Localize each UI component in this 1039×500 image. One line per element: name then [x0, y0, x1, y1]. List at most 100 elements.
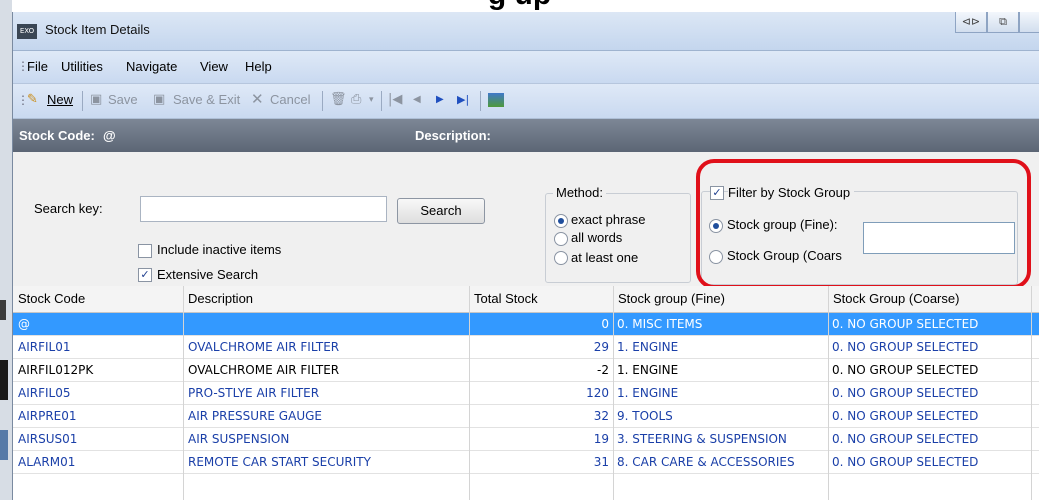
cancel-button[interactable]: Cancel	[270, 92, 310, 107]
description-cell: OVALCHROME AIR FILTER	[188, 363, 340, 377]
column-header[interactable]: Stock Group (Coarse)	[833, 291, 959, 306]
stock-code-value: @	[103, 128, 116, 143]
stock-group-coarse-cell: 0. NO GROUP SELECTED	[832, 455, 979, 469]
toolbar-separator	[381, 91, 382, 111]
save-icon: ▣	[90, 92, 103, 107]
stock-group-coarse-cell: 0. NO GROUP SELECTED	[832, 340, 979, 354]
column-header[interactable]: Stock group (Fine)	[618, 291, 725, 306]
total-stock-cell: 120	[586, 386, 609, 400]
stock-code-label: Stock Code:	[19, 128, 95, 143]
last-record-icon[interactable]: ▶|	[457, 93, 469, 106]
search-key-input[interactable]	[140, 196, 387, 222]
delete-icon[interactable]: 🗑	[330, 92, 347, 107]
extensive-search-checkbox[interactable]: ✓	[138, 268, 152, 282]
strip-mark	[0, 430, 8, 460]
menu-help[interactable]: Help	[245, 59, 272, 74]
column-header[interactable]: Total Stock	[474, 291, 538, 306]
strip-mark	[0, 360, 8, 400]
stock-group-fine-cell: 1. ENGINE	[617, 340, 679, 354]
stock-code-cell: AIRSUS01	[18, 432, 78, 446]
background-title: g up	[0, 0, 1039, 12]
new-button[interactable]: New	[47, 92, 73, 107]
search-button[interactable]: Search	[397, 198, 485, 224]
menu-navigate[interactable]: Navigate	[126, 59, 177, 74]
save-button[interactable]: Save	[108, 92, 138, 107]
collapse-icon[interactable]: ⊲⊳	[955, 12, 987, 33]
stock-group-fine-cell: 8. CAR CARE & ACCESSORIES	[617, 455, 795, 469]
include-inactive-label: Include inactive items	[157, 242, 282, 257]
column-header[interactable]: Description	[188, 291, 253, 306]
description-cell: REMOTE CAR START SECURITY	[188, 455, 371, 469]
toolbar: ⋮ ✎ New ▣ Save ▣ Save & Exit ✕ Cancel 🗑 …	[13, 84, 1039, 119]
total-stock-cell: 31	[593, 455, 609, 469]
stock-items-grid[interactable]: Stock Code Description Total Stock Stock…	[13, 286, 1039, 500]
stock-item-details-window: EXO Stock Item Details ⊲⊳ ⧉ ⋮ File Utili…	[12, 12, 1039, 500]
table-row[interactable]: AIRFIL01 OVALCHROME AIR FILTER 29 1. ENGINE…	[13, 336, 1039, 359]
column-divider	[183, 286, 184, 500]
extensive-search-label: Extensive Search	[157, 267, 259, 282]
stock-group-coarse-cell: 0. NO GROUP SELECTED	[832, 409, 979, 423]
cancel-icon: ✕	[251, 90, 264, 108]
previous-record-icon[interactable]: ◀	[413, 94, 421, 105]
toolbar-separator	[82, 91, 83, 111]
first-record-icon[interactable]: |◀	[388, 92, 402, 107]
stock-code-cell: @	[18, 317, 30, 331]
column-divider	[613, 286, 614, 500]
image-icon[interactable]	[488, 93, 504, 107]
column-divider	[828, 286, 829, 500]
stock-code-cell: AIRFIL05	[18, 386, 71, 400]
window-title: Stock Item Details	[45, 22, 150, 37]
column-divider	[469, 286, 470, 500]
total-stock-cell: 32	[593, 409, 609, 423]
stock-code-cell: AIRFIL012PK	[18, 363, 94, 377]
menu-utilities[interactable]: Utilities	[61, 59, 103, 74]
title-bar: EXO Stock Item Details ⊲⊳ ⧉	[13, 12, 1039, 51]
stock-group-fine-cell: 9. TOOLS	[617, 409, 673, 423]
table-row[interactable]: AIRSUS01 AIR SUSPENSION 19 3. STEERING & SU…	[13, 428, 1039, 451]
exact-phrase-radio[interactable]	[554, 214, 568, 228]
restore-icon[interactable]: ⧉	[987, 12, 1019, 33]
all-words-radio[interactable]	[554, 232, 568, 246]
menu-bar: ⋮ File Utilities Navigate View Help	[13, 51, 1039, 84]
table-row[interactable]: ALARM01 REMOTE CAR START SECURITY 31 8. CAR…	[13, 451, 1039, 474]
toolbar-separator	[322, 91, 323, 111]
column-header[interactable]: Stock Code	[18, 291, 85, 306]
description-cell: AIR PRESSURE GAUGE	[188, 409, 322, 423]
stock-group-coarse-cell: 0. NO GROUP SELECTED	[832, 432, 979, 446]
total-stock-cell: 0	[601, 317, 609, 331]
total-stock-cell: 29	[593, 340, 609, 354]
menu-file[interactable]: File	[27, 59, 48, 74]
stock-group-fine-cell: 3. STEERING & SUSPENSION	[617, 432, 787, 446]
menu-view[interactable]: View	[200, 59, 228, 74]
stock-group-fine-cell: 0. MISC ITEMS	[617, 317, 703, 331]
save-exit-icon: ▣	[153, 92, 166, 107]
print-dropdown-icon[interactable]: ▾	[369, 95, 374, 105]
include-inactive-checkbox[interactable]	[138, 244, 152, 258]
stock-group-coarse-cell: 0. NO GROUP SELECTED	[832, 386, 979, 400]
total-stock-cell: -2	[597, 363, 609, 377]
description-cell: OVALCHROME AIR FILTER	[188, 340, 340, 354]
method-label: Method:	[553, 185, 606, 200]
at-least-one-radio[interactable]	[554, 251, 568, 265]
stock-group-coarse-cell: 0. NO GROUP SELECTED	[832, 317, 979, 331]
toolbar-separator	[480, 91, 481, 111]
total-stock-cell: 19	[593, 432, 609, 446]
save-exit-button[interactable]: Save & Exit	[173, 92, 240, 107]
table-row[interactable]: AIRPRE01 AIR PRESSURE GAUGE 32 9. TOOLS 0. N…	[13, 405, 1039, 428]
record-header: Stock Code: @ Description:	[13, 119, 1039, 152]
table-row[interactable]: AIRFIL05 PRO-STLYE AIR FILTER 120 1. ENGINE…	[13, 382, 1039, 405]
description-cell: PRO-STLYE AIR FILTER	[188, 386, 320, 400]
table-row[interactable]: @0 0. MISC ITEMS 0. NO GROUP SELECTED	[13, 313, 1039, 336]
stock-group-fine-cell: 1. ENGINE	[617, 386, 679, 400]
window-control-icon[interactable]	[1019, 12, 1039, 33]
print-icon[interactable]: ⎙	[351, 92, 361, 107]
table-row[interactable]: AIRFIL012PK OVALCHROME AIR FILTER -2 1. ENG…	[13, 359, 1039, 382]
all-words-label: all words	[571, 230, 623, 245]
stock-code-cell: AIRPRE01	[18, 409, 77, 423]
next-record-icon[interactable]: ▶	[436, 94, 444, 105]
stock-code-cell: ALARM01	[18, 455, 76, 469]
stock-group-coarse-cell: 0. NO GROUP SELECTED	[832, 363, 979, 377]
exo-app-icon: EXO	[17, 24, 37, 39]
strip-mark	[0, 300, 6, 320]
description-label: Description:	[415, 128, 491, 143]
